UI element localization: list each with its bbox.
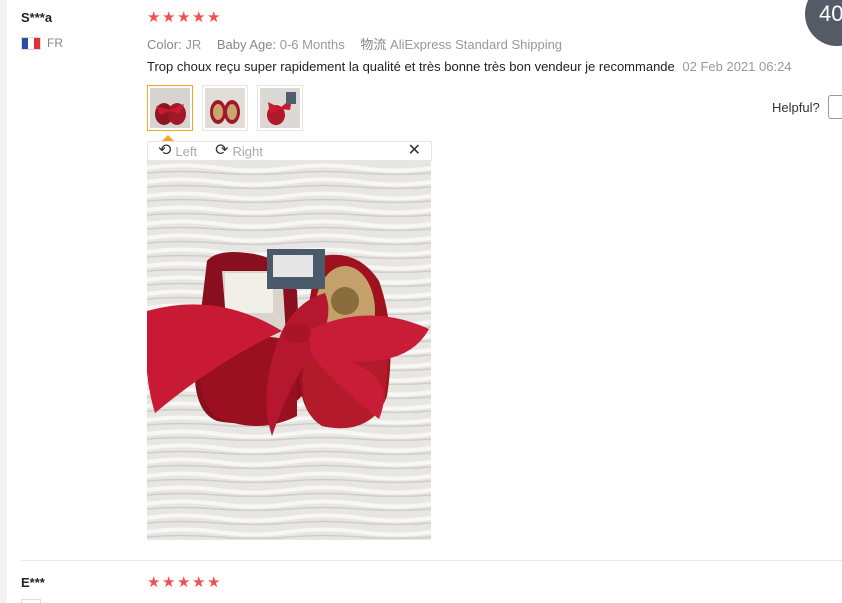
review-divider bbox=[21, 560, 842, 561]
star-icon: ★ bbox=[207, 574, 221, 591]
photo-thumbnail[interactable] bbox=[202, 85, 248, 131]
helpful-button[interactable] bbox=[827, 95, 842, 119]
shoe-photo-icon bbox=[205, 88, 245, 128]
shipping-value: AliExpress Standard Shipping bbox=[390, 37, 563, 52]
reviewer-name: S***a bbox=[21, 10, 53, 25]
color-label: Color: bbox=[147, 37, 182, 52]
shoe-photo-icon bbox=[150, 88, 190, 128]
star-icon: ★ bbox=[177, 574, 191, 591]
reviewer-flag bbox=[21, 599, 41, 603]
shipping-label: 物流 bbox=[360, 37, 387, 52]
rotate-right-button[interactable]: ⟳ Right bbox=[215, 143, 263, 159]
photo-thumbnail[interactable] bbox=[147, 85, 193, 131]
size-label: Baby Age: bbox=[216, 37, 277, 52]
left-gutter bbox=[0, 0, 7, 603]
france-flag-icon bbox=[21, 36, 41, 50]
star-icon: ★ bbox=[177, 9, 191, 26]
size-value: 0-6 Months bbox=[279, 37, 345, 52]
rotate-right-icon: ⟳ bbox=[215, 142, 229, 159]
star-icon: ★ bbox=[207, 9, 221, 26]
star-rating: ★ ★ ★ ★ ★ bbox=[147, 574, 221, 591]
star-icon: ★ bbox=[147, 9, 161, 26]
reviewer-name: E*** bbox=[21, 575, 45, 590]
star-icon: ★ bbox=[192, 9, 206, 26]
color-value: JR bbox=[185, 37, 202, 52]
review-text: Trop choux reçu super rapidement la qual… bbox=[147, 59, 675, 74]
order-attributes: Color: JR Baby Age: 0-6 Months 物流 AliExp… bbox=[147, 34, 574, 53]
review-content: Trop choux reçu super rapidement la qual… bbox=[147, 59, 792, 74]
rotate-left-button[interactable]: ⟲ Left bbox=[158, 143, 197, 159]
image-viewer-toolbar: ⟲ Left ⟳ Right ✕ bbox=[147, 141, 432, 161]
country-code: FR bbox=[47, 36, 63, 50]
star-icon: ★ bbox=[162, 9, 176, 26]
reviewer-country: FR bbox=[21, 36, 63, 50]
helpful-control: Helpful? bbox=[772, 95, 842, 119]
rotate-left-icon: ⟲ bbox=[158, 142, 172, 159]
rotate-left-label: Left bbox=[175, 143, 198, 159]
star-icon: ★ bbox=[192, 574, 206, 591]
review-date: 02 Feb 2021 06:24 bbox=[682, 59, 792, 74]
page-number-badge: 40 bbox=[805, 0, 842, 46]
close-icon[interactable]: ✕ bbox=[408, 142, 421, 160]
helpful-label: Helpful? bbox=[772, 99, 820, 115]
enlarged-photo bbox=[147, 161, 431, 540]
rotate-right-label: Right bbox=[232, 143, 263, 159]
star-icon: ★ bbox=[147, 574, 161, 591]
photo-thumbnail[interactable] bbox=[257, 85, 303, 131]
shoe-photo-icon bbox=[260, 88, 300, 128]
star-rating: ★ ★ ★ ★ ★ bbox=[147, 9, 221, 26]
star-icon: ★ bbox=[162, 574, 176, 591]
